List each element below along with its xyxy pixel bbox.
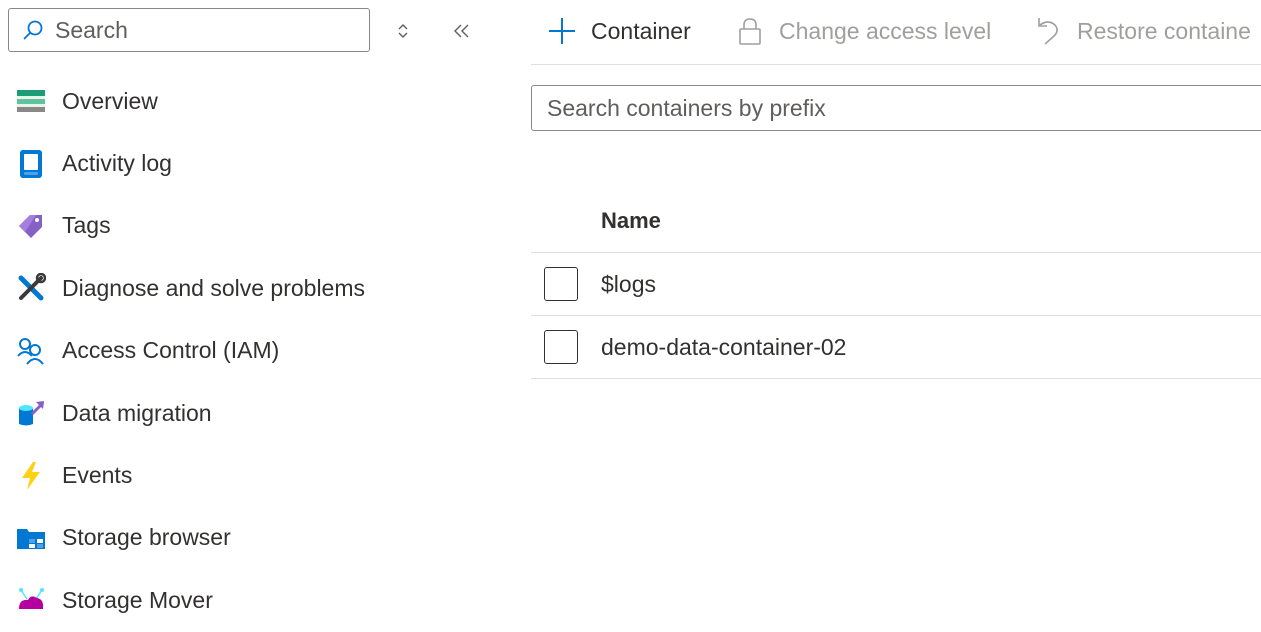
sort-toggle-button[interactable] [388,16,418,46]
table-row[interactable]: demo-data-container-02 [531,316,1261,379]
nav-item-events[interactable]: Events [0,444,500,506]
row-checkbox[interactable] [544,267,578,301]
double-chevron-left-icon [454,24,469,38]
container-prefix-search-input[interactable] [532,86,1261,130]
tag-icon [16,211,46,241]
containers-blade: Container Change access level Restore co… [531,0,1261,614]
restore-containers-label: Restore containe [1077,17,1251,44]
lightning-bolt-icon [16,461,46,491]
nav-item-access-control-iam[interactable]: Access Control (IAM) [0,320,500,382]
add-container-label: Container [591,17,691,44]
activity-log-icon [16,149,46,179]
nav-item-label: Tags [62,212,111,239]
nav-item-storage-browser[interactable]: Storage browser [0,507,500,569]
menu-search-box[interactable] [8,8,370,52]
column-header-name[interactable]: Name [601,208,661,234]
plus-icon [545,14,579,48]
command-bar: Container Change access level Restore co… [531,0,1261,65]
nav-item-label: Data migration [62,399,212,426]
data-migration-icon [16,398,46,428]
resource-menu: Overview Activity log Tags [0,0,500,614]
grid-header-row: Name [531,190,1261,253]
menu-search-input[interactable] [45,8,369,52]
table-row[interactable]: $logs [531,253,1261,316]
nav-item-overview[interactable]: Overview [0,70,500,132]
nav-item-label: Events [62,462,133,489]
nav-item-label: Access Control (IAM) [62,337,280,364]
search-icon [21,18,45,42]
container-name[interactable]: $logs [601,271,656,298]
storage-browser-icon [16,523,46,553]
nav-item-label: Storage browser [62,524,231,551]
nav-item-label: Overview [62,87,158,114]
container-filter-box[interactable] [531,85,1261,131]
container-name[interactable]: demo-data-container-02 [601,334,846,361]
collapse-menu-button[interactable] [447,16,477,46]
nav-item-data-migration[interactable]: Data migration [0,382,500,444]
nav-item-label: Diagnose and solve problems [62,274,366,301]
nav-item-storage-mover[interactable]: Storage Mover [0,569,500,631]
nav-item-activity-log[interactable]: Activity log [0,132,500,194]
sort-icon [398,24,408,38]
add-container-button[interactable]: Container [545,10,691,52]
nav-item-label: Activity log [62,150,172,177]
change-access-level-button[interactable]: Change access level [733,10,991,52]
overview-icon [16,86,46,116]
nav-item-diagnose-and-solve-problems[interactable]: Diagnose and solve problems [0,257,500,319]
nav-item-tags[interactable]: Tags [0,195,500,257]
containers-grid: Name $logs demo-data-container-02 [531,190,1261,379]
people-icon [16,336,46,366]
storage-mover-icon [16,585,46,615]
undo-icon [1031,14,1065,48]
nav-item-label: Storage Mover [62,586,213,613]
restore-containers-button[interactable]: Restore containe [1031,10,1251,52]
row-checkbox[interactable] [544,330,578,364]
change-access-level-label: Change access level [779,17,992,44]
lock-icon [733,14,767,48]
wrench-screwdriver-icon [16,273,46,303]
menu-items: Overview Activity log Tags Diagnose and … [0,70,500,632]
